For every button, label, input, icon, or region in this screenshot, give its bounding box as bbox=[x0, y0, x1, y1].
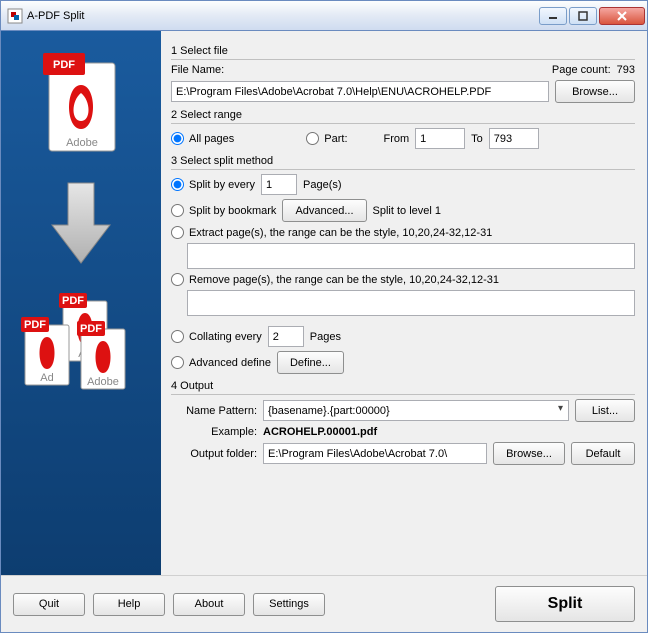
pattern-label: Name Pattern: bbox=[171, 405, 257, 417]
main-panel: 1 Select file File Name: Page count: 793… bbox=[161, 31, 647, 575]
app-icon bbox=[7, 8, 23, 24]
svg-text:PDF: PDF bbox=[80, 323, 102, 335]
radio-part[interactable]: Part: bbox=[306, 132, 347, 145]
titlebar: A-PDF Split bbox=[1, 1, 647, 31]
section-2-head: 2 Select range bbox=[171, 109, 635, 124]
example-label: Example: bbox=[171, 426, 257, 438]
to-label: To bbox=[471, 133, 483, 145]
bookmark-advanced-button[interactable]: Advanced... bbox=[282, 199, 366, 222]
svg-text:PDF: PDF bbox=[53, 59, 75, 71]
radio-bookmark[interactable]: Split by bookmark bbox=[171, 204, 276, 217]
folder-label: Output folder: bbox=[171, 448, 257, 460]
quit-button[interactable]: Quit bbox=[13, 593, 85, 616]
sidebar: PDF Adobe PDF Ad PDF Ad bbox=[1, 31, 161, 575]
section-3-head: 3 Select split method bbox=[171, 155, 635, 170]
to-input[interactable] bbox=[489, 128, 539, 149]
svg-text:PDF: PDF bbox=[24, 319, 46, 331]
default-button[interactable]: Default bbox=[571, 442, 635, 465]
close-button[interactable] bbox=[599, 7, 645, 25]
maximize-button[interactable] bbox=[569, 7, 597, 25]
radio-remove[interactable]: Remove page(s), the range can be the sty… bbox=[171, 273, 499, 286]
folder-input[interactable] bbox=[263, 443, 487, 464]
file-name-label: File Name: bbox=[171, 64, 224, 76]
svg-text:Adobe: Adobe bbox=[87, 376, 119, 388]
define-button[interactable]: Define... bbox=[277, 351, 344, 374]
from-label: From bbox=[384, 133, 410, 145]
radio-extract[interactable]: Extract page(s), the range can be the st… bbox=[171, 226, 492, 239]
browse-folder-button[interactable]: Browse... bbox=[493, 442, 565, 465]
page-count-label: Page count: bbox=[552, 64, 611, 76]
footer: Quit Help About Settings Split bbox=[1, 575, 647, 632]
radio-split-every[interactable]: Split by every bbox=[171, 178, 255, 191]
file-name-input[interactable] bbox=[171, 81, 549, 102]
svg-text:Ad: Ad bbox=[40, 372, 53, 384]
collating-input[interactable] bbox=[268, 326, 304, 347]
minimize-button[interactable] bbox=[539, 7, 567, 25]
split-every-unit: Page(s) bbox=[303, 179, 342, 191]
radio-collating[interactable]: Collating every bbox=[171, 330, 262, 343]
browse-file-button[interactable]: Browse... bbox=[555, 80, 635, 103]
page-count-value: 793 bbox=[617, 64, 635, 76]
radio-adv-define[interactable]: Advanced define bbox=[171, 356, 271, 369]
help-button[interactable]: Help bbox=[93, 593, 165, 616]
radio-all-pages[interactable]: All pages bbox=[171, 132, 234, 145]
pdf-multi-icon: PDF Ad PDF Ad PDF Adobe bbox=[11, 287, 151, 397]
pdf-source-icon: PDF Adobe bbox=[35, 49, 127, 161]
collating-unit: Pages bbox=[310, 331, 341, 343]
bookmark-level-text: Split to level 1 bbox=[373, 205, 441, 217]
split-every-input[interactable] bbox=[261, 174, 297, 195]
svg-text:Adobe: Adobe bbox=[66, 137, 98, 149]
svg-text:PDF: PDF bbox=[62, 295, 84, 307]
window-title: A-PDF Split bbox=[27, 10, 537, 22]
arrow-down-icon bbox=[46, 179, 116, 269]
pattern-input[interactable] bbox=[263, 400, 569, 421]
section-4-head: 4 Output bbox=[171, 380, 635, 395]
section-1-head: 1 Select file bbox=[171, 45, 635, 60]
about-button[interactable]: About bbox=[173, 593, 245, 616]
extract-input[interactable] bbox=[187, 243, 635, 269]
from-input[interactable] bbox=[415, 128, 465, 149]
remove-input[interactable] bbox=[187, 290, 635, 316]
split-button[interactable]: Split bbox=[495, 586, 635, 622]
list-button[interactable]: List... bbox=[575, 399, 635, 422]
settings-button[interactable]: Settings bbox=[253, 593, 325, 616]
example-value: ACROHELP.00001.pdf bbox=[263, 426, 377, 438]
